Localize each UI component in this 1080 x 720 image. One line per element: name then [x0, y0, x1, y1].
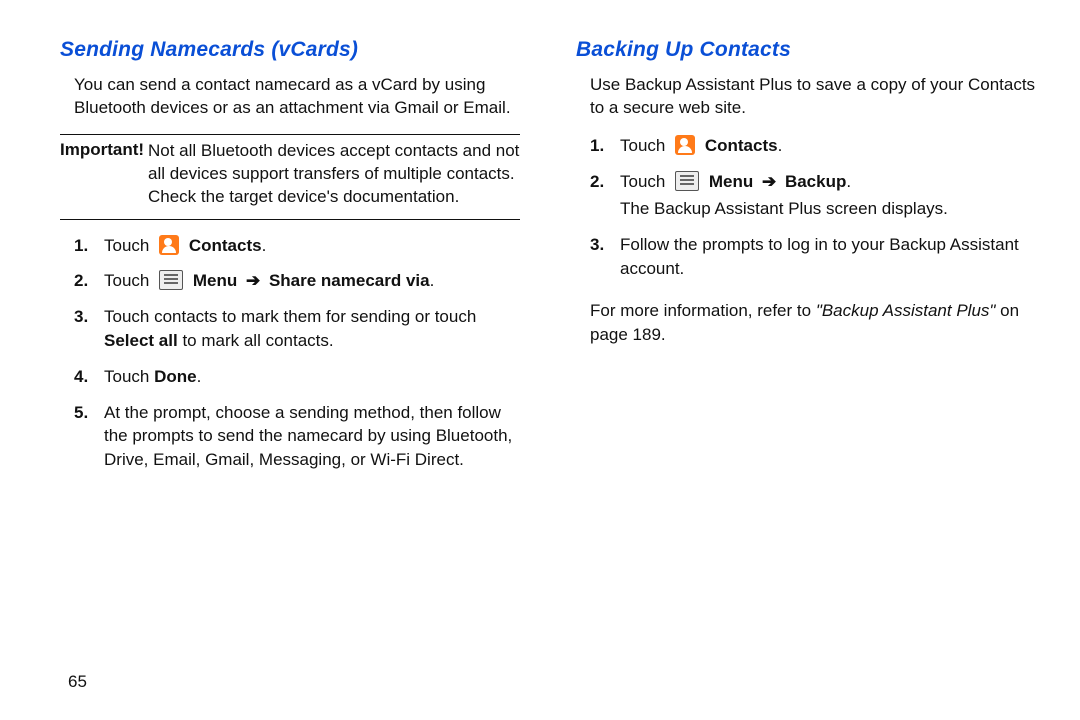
step-3: Follow the prompts to log in to your Bac… [590, 233, 1036, 293]
step-text: to mark all contacts. [178, 331, 334, 350]
contacts-icon [675, 135, 695, 155]
step-text: Touch [104, 236, 149, 255]
step-bold: Contacts [189, 236, 262, 255]
step-text: Touch [620, 136, 665, 155]
intro-text: You can send a contact namecard as a vCa… [74, 74, 520, 120]
step-subtext: The Backup Assistant Plus screen display… [620, 197, 1036, 221]
ref-italic: "Backup Assistant Plus" [816, 301, 996, 320]
step-bold: Done [154, 367, 197, 386]
step-bold: Select all [104, 331, 178, 350]
important-text: Not all Bluetooth devices accept contact… [148, 140, 520, 209]
step-4: Touch Done. [74, 365, 520, 401]
contacts-icon [159, 235, 179, 255]
step-bold: Menu [709, 172, 753, 191]
step-text: . [846, 172, 851, 191]
step-2: Touch Menu ➔ Share namecard via. [74, 269, 520, 305]
step-bold: Backup [785, 172, 846, 191]
step-bold: Share namecard via [269, 271, 430, 290]
step-text: . [778, 136, 783, 155]
step-text: . [197, 367, 202, 386]
important-box: Important! Not all Bluetooth devices acc… [60, 134, 520, 220]
menu-icon [159, 270, 183, 290]
arrow-icon: ➔ [246, 271, 260, 290]
step-bold: Contacts [705, 136, 778, 155]
steps-list-left: Touch Contacts. Touch Menu ➔ Share namec… [74, 234, 520, 484]
left-column: Sending Namecards (vCards) You can send … [60, 38, 520, 688]
step-text: . [262, 236, 267, 255]
important-label: Important! [60, 140, 144, 159]
step-5: At the prompt, choose a sending method, … [74, 401, 520, 484]
page-number: 65 [68, 672, 87, 692]
arrow-icon: ➔ [762, 172, 776, 191]
step-text: . [430, 271, 435, 290]
section-heading-sending: Sending Namecards (vCards) [60, 38, 520, 62]
intro-text: Use Backup Assistant Plus to save a copy… [590, 74, 1036, 120]
step-bold: Menu [193, 271, 237, 290]
right-column: Backing Up Contacts Use Backup Assistant… [576, 38, 1036, 688]
step-1: Touch Contacts. [590, 134, 1036, 170]
ref-text: For more information, refer to [590, 301, 816, 320]
step-text: Touch contacts to mark them for sending … [104, 307, 476, 326]
manual-page: Sending Namecards (vCards) You can send … [0, 0, 1080, 720]
steps-list-right: Touch Contacts. Touch Menu ➔ Backup. The… [590, 134, 1036, 293]
menu-icon [675, 171, 699, 191]
step-text: Touch [620, 172, 665, 191]
cross-reference: For more information, refer to "Backup A… [590, 299, 1036, 347]
step-2: Touch Menu ➔ Backup. The Backup Assistan… [590, 170, 1036, 234]
step-1: Touch Contacts. [74, 234, 520, 270]
step-text: Touch [104, 367, 154, 386]
step-3: Touch contacts to mark them for sending … [74, 305, 520, 365]
step-text: Touch [104, 271, 149, 290]
section-heading-backup: Backing Up Contacts [576, 38, 1036, 62]
